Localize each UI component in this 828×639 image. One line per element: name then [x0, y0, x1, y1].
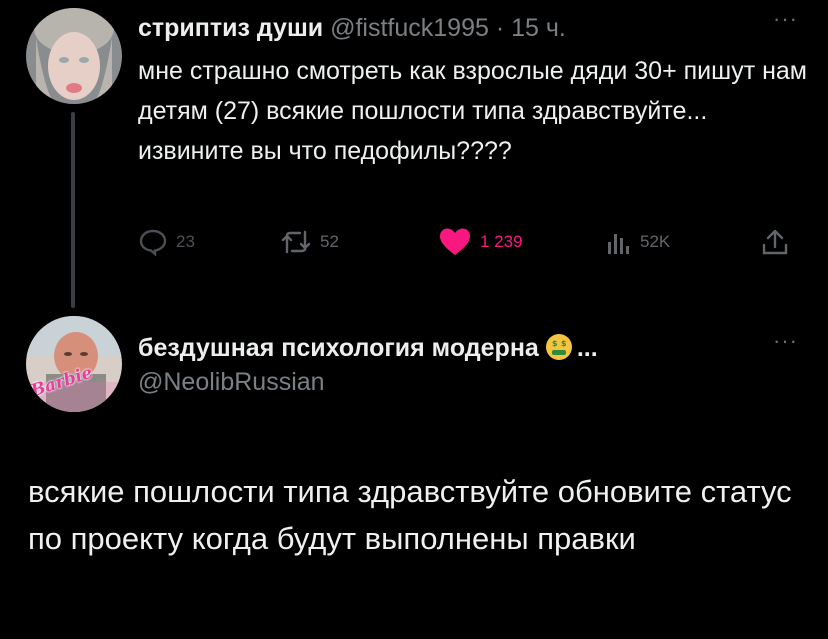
tweet-text: всякие пошлости типа здравствуйте обнови…	[28, 474, 792, 556]
timestamp[interactable]: 15 ч.	[511, 14, 566, 42]
reply-count: 23	[176, 232, 195, 251]
tweet2-header: бездушная психология модерна $ $...	[138, 333, 598, 368]
heart-filled-icon	[440, 228, 470, 255]
retweet-count: 52	[320, 232, 339, 251]
avatar-fistfuck1995[interactable]	[26, 8, 122, 104]
name-truncation: ...	[576, 334, 598, 362]
views-count: 52K	[640, 232, 671, 251]
tweet-actions: 23 52 1 239 52K	[138, 224, 798, 260]
separator: ·	[495, 14, 505, 42]
display-name[interactable]: стриптиз души	[138, 14, 323, 42]
svg-text:$: $	[561, 339, 567, 348]
share-button[interactable]	[760, 224, 798, 260]
reply-button[interactable]: 23	[138, 224, 195, 260]
retweet-button[interactable]: 52	[280, 224, 339, 260]
retweet-icon	[281, 230, 311, 254]
share-icon	[762, 229, 788, 255]
money-mouth-face-icon: $ $	[545, 333, 573, 368]
thread-connector-line	[71, 112, 75, 308]
like-count: 1 239	[480, 232, 523, 251]
more-options-icon[interactable]: ···	[773, 6, 798, 32]
svg-text:$: $	[552, 339, 558, 348]
handle[interactable]: @fistfuck1995	[330, 14, 489, 42]
tweet1-header: стриптиз души @fistfuck1995 · 15 ч.	[138, 13, 566, 43]
tweet-text: мне страшно смотреть как взрослые дяди 3…	[138, 57, 807, 165]
reply-icon	[139, 229, 167, 256]
handle[interactable]: @NeolibRussian	[138, 368, 325, 397]
display-name[interactable]: бездушная психология модерна	[138, 334, 539, 362]
analytics-icon	[608, 234, 629, 254]
avatar-neolibrussian[interactable]: Barbie	[26, 316, 122, 412]
views-button[interactable]: 52K	[604, 224, 670, 260]
like-button[interactable]: 1 239	[438, 224, 523, 260]
more-options-icon[interactable]: ···	[773, 328, 798, 354]
